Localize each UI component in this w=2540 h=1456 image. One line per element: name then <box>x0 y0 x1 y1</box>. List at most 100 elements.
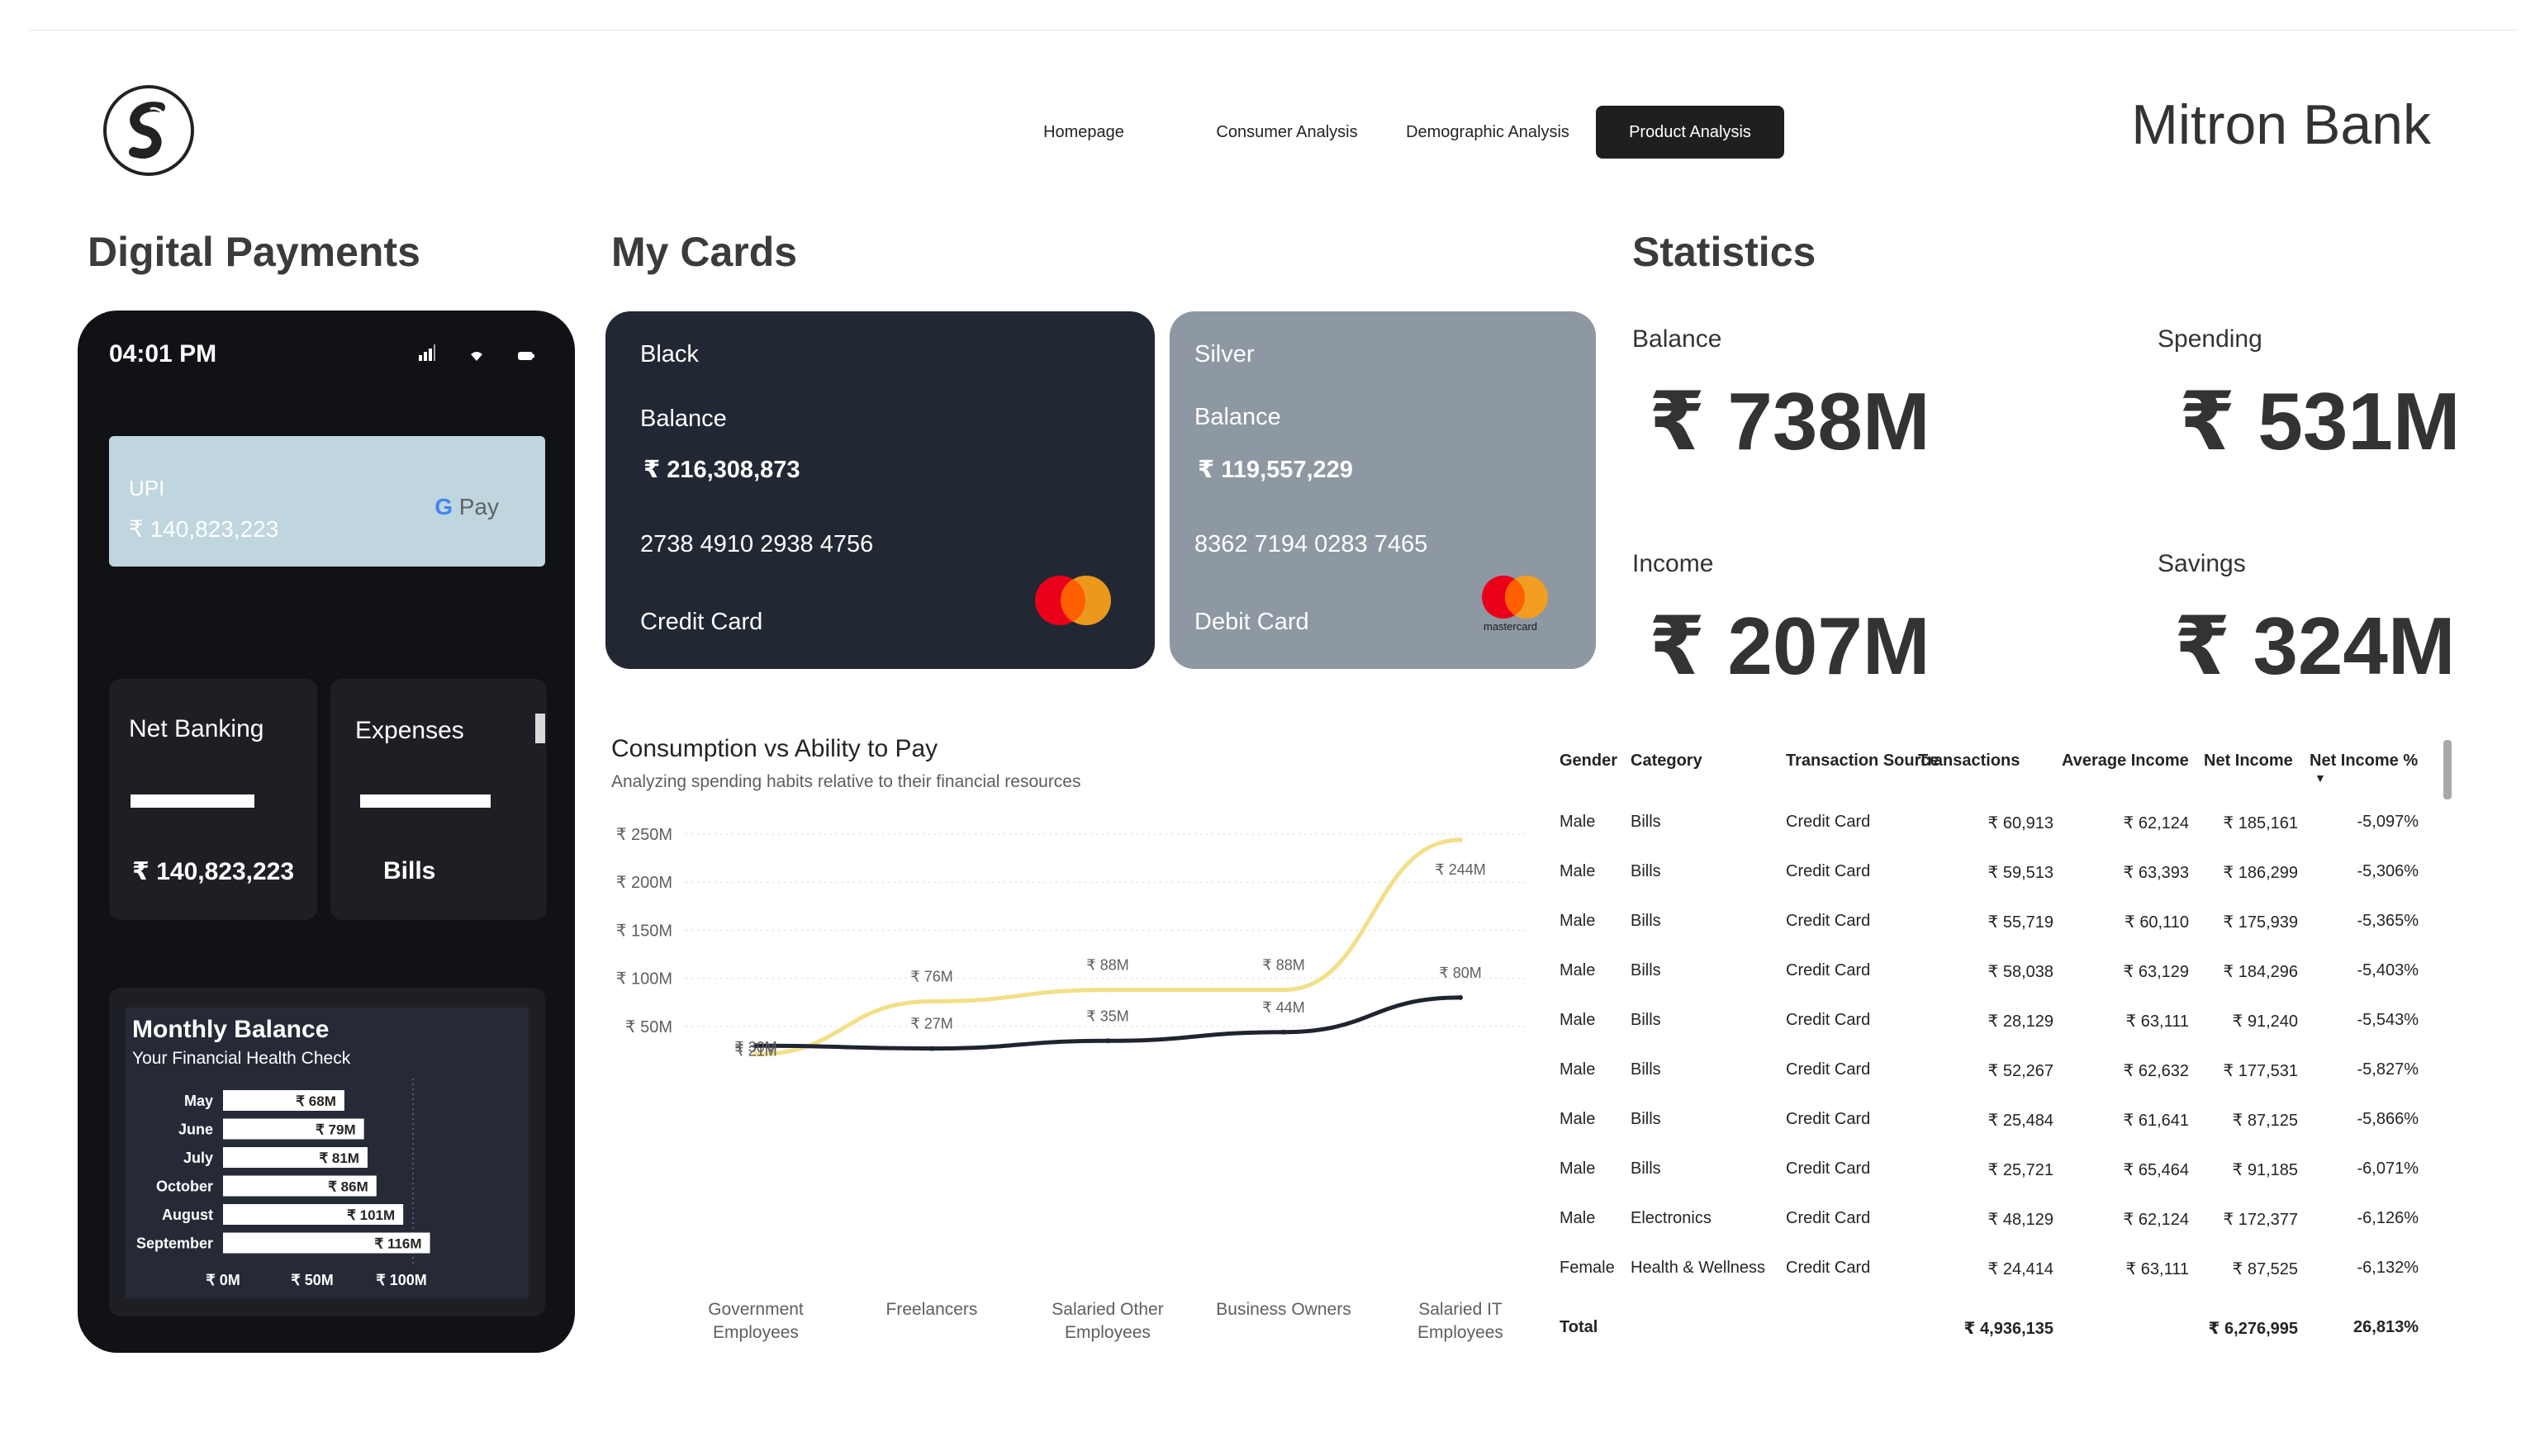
data-label: ₹ 30M <box>734 1039 776 1055</box>
table-cell: ₹ 186,299 <box>2223 864 2298 882</box>
table-cell: Credit Card <box>1786 1060 1871 1079</box>
x-tick-label: ₹ 100M <box>376 1272 426 1288</box>
expenses-bar <box>360 794 491 808</box>
card-balance: ₹ 119,557,229 <box>1198 457 1353 483</box>
table-cell: Credit Card <box>1786 862 1871 880</box>
silver-debit-card[interactable]: Silver Balance ₹ 119,557,229 8362 7194 0… <box>1170 311 1596 669</box>
table-cell: ₹ 61,641 <box>2123 1112 2189 1130</box>
net-banking-tile[interactable]: Net Banking ₹ 140,823,223 <box>109 679 317 920</box>
column-header[interactable]: Net Income <box>2204 752 2293 771</box>
table-cell: ₹ 87,525 <box>2232 1260 2298 1278</box>
table-cell: ₹ 60,913 <box>1987 814 2053 832</box>
stat-balance-label: Balance <box>1632 325 1722 353</box>
phone-mockup: 04:01 PM UPI ₹ 140,823,223 G Pay Net Ban… <box>78 311 575 1353</box>
table-cell: ₹ 63,393 <box>2123 864 2189 882</box>
net-banking-title: Net Banking <box>129 715 264 742</box>
nav-demographic-analysis[interactable]: Demographic Analysis <box>1396 106 1579 159</box>
card-balance-label: Balance <box>640 405 727 432</box>
column-header[interactable]: Transaction Source <box>1786 752 1939 771</box>
column-header[interactable]: Transactions <box>1918 752 2020 771</box>
table-cell: Credit Card <box>1786 1110 1871 1128</box>
data-label: ₹ 44M <box>1262 999 1304 1016</box>
data-label: ₹ 80M <box>1439 965 1481 981</box>
table-cell: Bills <box>1631 1011 1661 1029</box>
mastercard-wordmark: mastercard <box>1484 620 1538 633</box>
table-cell: ₹ 87,125 <box>2232 1112 2298 1130</box>
table-cell: ₹ 175,939 <box>2223 913 2298 932</box>
table-cell: Bills <box>1631 961 1661 979</box>
table-cell: Credit Card <box>1786 813 1871 831</box>
card-balance: ₹ 216,308,873 <box>643 457 800 483</box>
table-cell: ₹ 65,464 <box>2123 1161 2189 1179</box>
column-header[interactable]: Average Income <box>2062 752 2189 771</box>
table-total-cell: Total <box>1560 1318 1598 1336</box>
nav-consumer-analysis[interactable]: Consumer Analysis <box>1206 106 1368 159</box>
table-cell: ₹ 62,124 <box>2123 1211 2189 1229</box>
table-cell: ₹ 52,267 <box>1987 1062 2053 1080</box>
table-total-cell: 26,813% <box>2353 1318 2419 1336</box>
x-category-label: Employees <box>1065 1323 1151 1342</box>
mastercard-icon <box>1482 576 1548 619</box>
expenses-scrollbar[interactable] <box>535 714 545 743</box>
data-label: ₹ 27M <box>910 1016 952 1032</box>
table-cell: -6,126% <box>2357 1209 2419 1227</box>
table-cell: Male <box>1560 1060 1596 1079</box>
stat-spending-value: ₹ 531M <box>2179 376 2461 467</box>
data-label: ₹ 76M <box>910 969 952 985</box>
table-cell: ₹ 62,124 <box>2123 814 2189 832</box>
nav-product-analysis[interactable]: Product Analysis <box>1596 106 1784 159</box>
card-tier: Silver <box>1194 341 1255 368</box>
table-cell: Bills <box>1631 1160 1661 1178</box>
series-point <box>1458 837 1463 842</box>
google-g-icon: G <box>434 494 453 519</box>
table-cell: ₹ 177,531 <box>2223 1062 2298 1080</box>
y-tick-label: ₹ 50M <box>625 1018 672 1036</box>
black-credit-card[interactable]: Black Balance ₹ 216,308,873 2738 4910 29… <box>605 311 1155 669</box>
consumption-chart-title: Consumption vs Ability to Pay <box>611 735 938 762</box>
column-header[interactable]: Net Income % <box>2310 752 2418 771</box>
table-cell: Credit Card <box>1786 961 1871 979</box>
table-cell: ₹ 63,111 <box>2125 1013 2189 1031</box>
series-point <box>1458 994 1463 1000</box>
upi-label: UPI <box>129 476 165 500</box>
net-banking-bar <box>131 794 254 808</box>
table-cell: Bills <box>1631 912 1661 930</box>
table-cell: Male <box>1560 862 1596 880</box>
table-cell: Bills <box>1631 862 1661 880</box>
column-header[interactable]: Category <box>1631 752 1702 771</box>
monthly-balance-panel: Monthly Balance Your Financial Health Ch… <box>109 988 545 1316</box>
x-tick-label: ₹ 0M <box>206 1272 240 1288</box>
table-cell: Credit Card <box>1786 1011 1871 1029</box>
x-category-label: Employees <box>1417 1323 1503 1342</box>
table-cell: Credit Card <box>1786 1259 1871 1277</box>
bank-logo-icon <box>103 85 194 176</box>
upi-card[interactable]: UPI ₹ 140,823,223 G Pay <box>109 436 545 567</box>
bar-category-label: May <box>184 1093 213 1109</box>
expenses-tile[interactable]: Expenses Bills <box>330 679 547 920</box>
column-header[interactable]: Gender <box>1560 752 1617 771</box>
table-cell: -5,543% <box>2357 1011 2419 1029</box>
table-cell: Credit Card <box>1786 1209 1871 1227</box>
phone-status-icons <box>418 344 535 362</box>
table-total-cell: ₹ 6,276,995 <box>2208 1320 2298 1338</box>
table-cell: -6,132% <box>2357 1259 2419 1277</box>
net-banking-value: ₹ 140,823,223 <box>132 858 295 885</box>
monthly-balance-subtitle: Your Financial Health Check <box>132 1049 351 1068</box>
x-category-label: Salaried Other <box>1052 1300 1163 1319</box>
y-tick-label: ₹ 200M <box>616 874 672 892</box>
table-cell: ₹ 28,129 <box>1987 1013 2053 1031</box>
table-cell: ₹ 184,296 <box>2223 963 2298 981</box>
table-cell: Bills <box>1631 1110 1661 1128</box>
table-cell: ₹ 91,240 <box>2232 1013 2298 1031</box>
bar-value-label: ₹ 101M <box>347 1207 395 1223</box>
series-point <box>1281 987 1286 993</box>
bar-value-label: ₹ 86M <box>328 1179 368 1195</box>
sort-descending-icon[interactable]: ▼ <box>2314 771 2326 785</box>
stat-income-value: ₹ 207M <box>1649 600 1930 691</box>
table-scrollbar[interactable] <box>2443 740 2452 799</box>
nav-homepage[interactable]: Homepage <box>1018 106 1150 159</box>
series-point <box>1105 987 1110 993</box>
table-cell: -5,866% <box>2357 1110 2419 1128</box>
table-cell: ₹ 62,632 <box>2123 1062 2189 1080</box>
y-tick-label: ₹ 250M <box>616 826 672 844</box>
